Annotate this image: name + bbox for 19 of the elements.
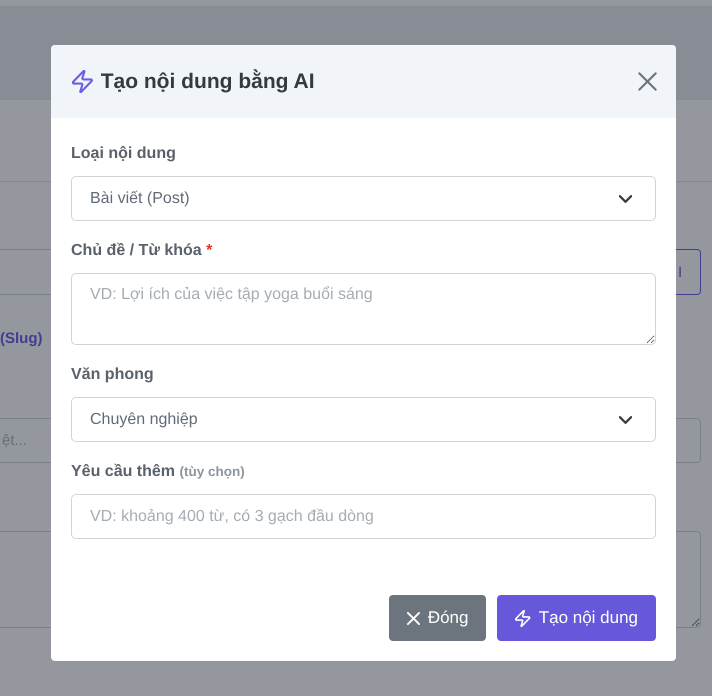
chevron-down-icon — [619, 194, 632, 202]
chevron-down-icon — [619, 416, 632, 424]
slug-label: (Slug) — [0, 329, 44, 349]
x-icon — [406, 612, 420, 624]
lightning-icon — [515, 610, 531, 626]
field-label: Chủ đề / Từ khóa * — [71, 241, 214, 261]
close-button[interactable] — [638, 72, 657, 91]
select-field[interactable]: Chuyên nghiệp — [71, 397, 656, 442]
footer-close-button[interactable]: Đóng — [388, 595, 486, 641]
input-field[interactable]: VD: khoảng 400 từ, có 3 gạch đầu dòng — [71, 494, 656, 539]
textarea-field[interactable]: VD: Lợi ích của việc tập yoga buổi sáng — [71, 273, 656, 345]
modal-title: Tạo nội dung bằng AI — [100, 68, 315, 94]
close-icon — [638, 72, 657, 91]
select-field[interactable]: Bài viết (Post) — [71, 176, 656, 221]
field-label: Văn phong — [71, 365, 155, 385]
field-label: Loại nội dung — [71, 144, 177, 164]
generate-button[interactable]: Tạo nội dung — [497, 595, 656, 641]
field-label: Yêu cầu thêm (tùy chọn) — [71, 462, 246, 482]
lightning-icon — [72, 70, 93, 93]
